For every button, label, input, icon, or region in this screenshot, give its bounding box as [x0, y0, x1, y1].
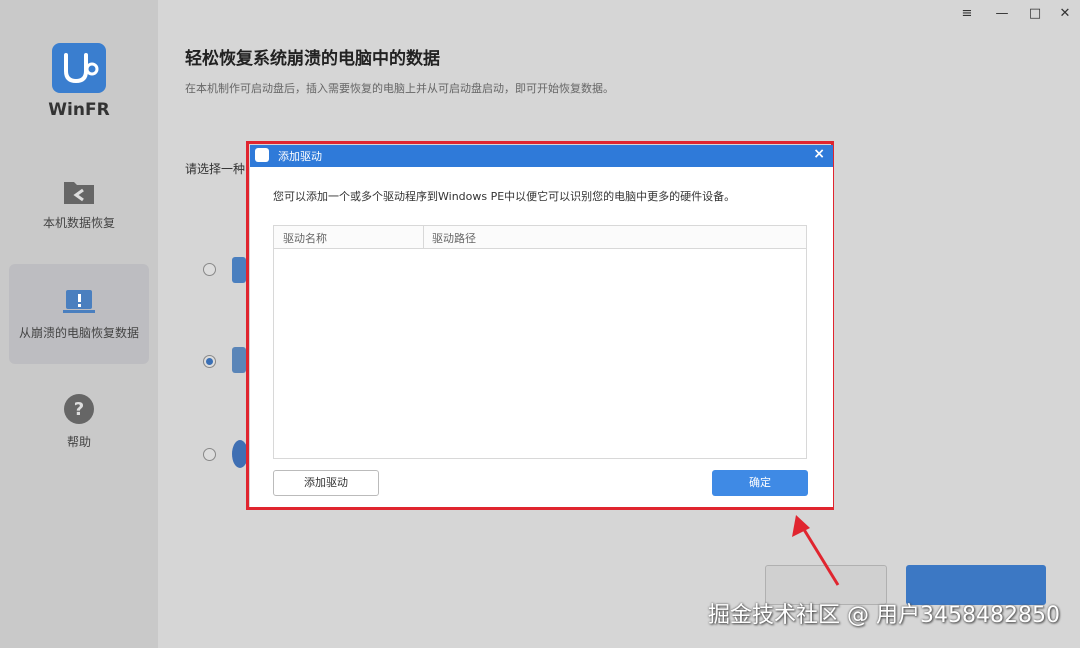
- watermark: 掘金技术社区 @ 用户3458482850: [708, 603, 1060, 628]
- annotation-arrow: [792, 515, 840, 586]
